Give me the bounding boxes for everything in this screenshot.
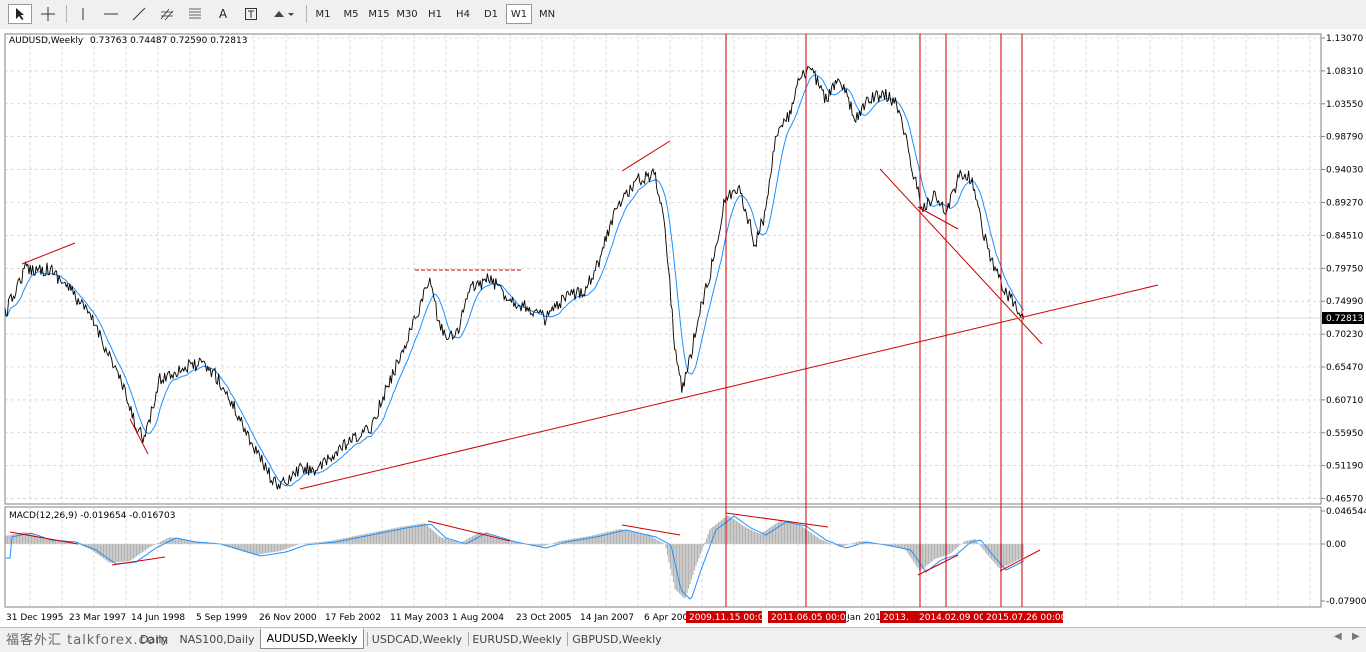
date-axis-label: 5 Sep 1999	[196, 613, 248, 623]
crosshair-icon	[41, 7, 55, 21]
timeframe-mn-button[interactable]: MN	[534, 4, 560, 24]
price-axis-label: 1.13070	[1326, 34, 1363, 44]
crosshair-tool-button[interactable]	[36, 4, 60, 24]
arrows-tool-button[interactable]	[268, 4, 298, 24]
chart-tab-bar: 福客外汇 talkforex.com Daily NAS100,Daily AU…	[0, 627, 1366, 652]
price-axis-label: 0.98790	[1326, 133, 1363, 143]
channel-grid-icon	[160, 8, 174, 21]
date-axis-label: 17 Feb 2002	[325, 613, 381, 623]
timeframe-m5-button[interactable]: M5	[338, 4, 364, 24]
price-axis-label: 0.89270	[1326, 199, 1363, 209]
date-axis-label: 23 Mar 1997	[69, 613, 126, 623]
price-axis-label: 0.60710	[1326, 396, 1363, 406]
timeframe-h4-button[interactable]: H4	[450, 4, 476, 24]
vline-date-label: 2009.11.15 00:00	[689, 613, 770, 623]
horizontal-line-tool-button[interactable]	[100, 4, 122, 24]
price-axis-label: 1.03550	[1326, 100, 1363, 110]
tab-usdcad-weekly[interactable]: USDCAD,Weekly	[368, 629, 466, 649]
vertical-line-icon	[82, 8, 84, 20]
date-axis-label: 23 Oct 2005	[516, 613, 572, 623]
macd-axis-label: 0.046544	[1326, 507, 1366, 517]
cursor-arrow-icon	[16, 8, 24, 20]
channel-tool-button[interactable]	[156, 4, 178, 24]
current-price-label: 0.72813	[1326, 314, 1363, 324]
fibonacci-icon	[189, 8, 201, 19]
price-axis-label: 0.70230	[1326, 330, 1363, 340]
timeframe-w1-button[interactable]: W1	[506, 4, 532, 24]
fibonacci-tool-button[interactable]	[184, 4, 206, 24]
timeframe-d1-button[interactable]: D1	[478, 4, 504, 24]
date-axis-label: 14 Jun 1998	[131, 613, 185, 623]
date-axis-label: 31 Dec 1995	[6, 613, 64, 623]
price-axis-label: 0.74990	[1326, 297, 1363, 307]
price-pane[interactable]	[4, 33, 1322, 505]
price-axis-label: 0.55950	[1326, 429, 1363, 439]
timeframe-m1-button[interactable]: M1	[310, 4, 336, 24]
price-axis-label: 0.94030	[1326, 166, 1363, 176]
text-tool-button[interactable]: A	[212, 4, 234, 24]
tab-eurusd-weekly[interactable]: EURUSD,Weekly	[469, 629, 565, 649]
date-axis-label: 14 Jan 2007	[580, 613, 634, 623]
toolbar: A M1 M5 M15 M30 H1 H4 D1 W1 MN	[0, 0, 1366, 30]
vertical-line-tool-button[interactable]	[72, 4, 94, 24]
tab-gbpusd-weekly[interactable]: GBPUSD,Weekly	[568, 629, 666, 649]
price-axis-label: 0.51190	[1326, 462, 1363, 472]
date-axis-label: 1 Aug 2004	[452, 613, 504, 623]
arrows-dropdown-icon	[274, 11, 294, 17]
date-axis-label: 11 May 2003	[390, 613, 449, 623]
macd-axis-label: 0.00	[1326, 540, 1346, 550]
text-label-tool-button[interactable]	[240, 4, 262, 24]
timeframe-m15-button[interactable]: M15	[366, 4, 392, 24]
price-axis-label: 1.08310	[1326, 67, 1363, 77]
cursor-tool-button[interactable]	[8, 4, 32, 24]
tab-scroll-right-icon[interactable]: ▶	[1352, 631, 1360, 642]
macd-title: MACD(12,26,9) -0.019654 -0.016703	[9, 511, 175, 521]
tab-scroll-left-icon[interactable]: ◀	[1334, 631, 1342, 642]
tab-daily[interactable]: Daily	[130, 629, 178, 649]
chart-area[interactable]: 1.13070 1.08310 1.03550 0.98790 0.94030 0.892…	[0, 29, 1366, 627]
trendline-tool-button[interactable]	[128, 4, 150, 24]
macd-axis-label: -0.079008	[1326, 597, 1366, 607]
chart-ohlc: 0.73763 0.74487 0.72590 0.72813	[90, 36, 247, 46]
timeframe-h1-button[interactable]: H1	[422, 4, 448, 24]
timeframe-m30-button[interactable]: M30	[394, 4, 420, 24]
vline-date-label: 2015.07.26 00:00	[986, 613, 1067, 623]
vline-date-label: 2013.	[883, 613, 909, 623]
macd-pane[interactable]	[4, 506, 1322, 608]
price-axis-label: 0.84510	[1326, 231, 1363, 241]
tab-nas100-daily[interactable]: NAS100,Daily	[176, 629, 258, 649]
vline-date-label: 2011.06.05 00:00	[771, 613, 852, 623]
price-axis-label: 0.79750	[1326, 264, 1363, 274]
price-axis-label: 0.65470	[1326, 363, 1363, 373]
tab-audusd-weekly[interactable]: AUDUSD,Weekly	[260, 629, 364, 649]
chart-title: AUDUSD,Weekly	[9, 36, 84, 46]
horizontal-line-icon	[104, 13, 118, 15]
text-label-icon	[245, 8, 257, 20]
date-axis-label: 26 Nov 2000	[259, 613, 317, 623]
price-axis-label: 0.46570	[1326, 495, 1363, 505]
trendline-icon	[132, 7, 146, 21]
